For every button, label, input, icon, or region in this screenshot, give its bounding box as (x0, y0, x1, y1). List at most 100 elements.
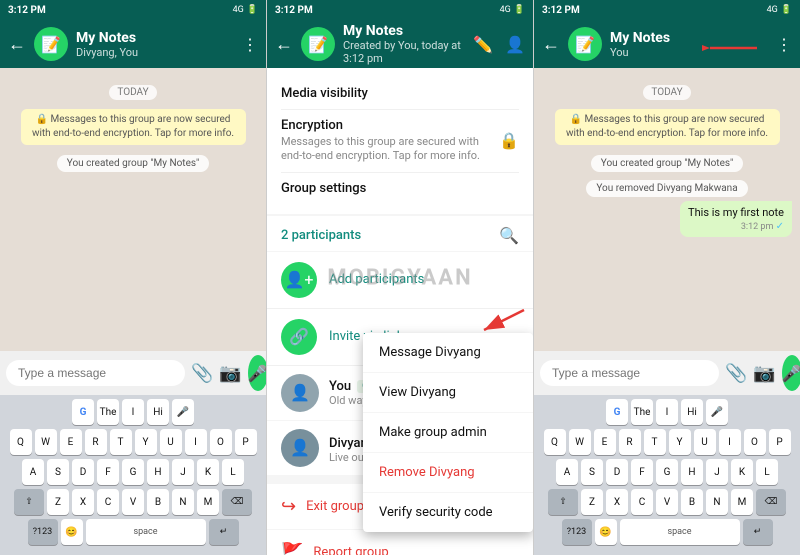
left-key-t[interactable]: T (110, 429, 132, 455)
right-key-m[interactable]: M (731, 489, 753, 515)
left-key-w[interactable]: W (35, 429, 57, 455)
left-key-z[interactable]: Z (47, 489, 69, 515)
right-delete-key[interactable]: ⌫ (756, 489, 786, 515)
left-key-a[interactable]: A (22, 459, 44, 485)
right-key-q[interactable]: Q (544, 429, 566, 455)
right-suggestion-the[interactable]: The (631, 399, 653, 425)
right-more-icon[interactable]: ⋮ (776, 35, 792, 54)
left-key-l[interactable]: L (222, 459, 244, 485)
right-emoji-key[interactable]: 😊 (595, 519, 617, 545)
middle-add-person-icon[interactable]: 👤 (505, 35, 525, 54)
right-key-o[interactable]: O (744, 429, 766, 455)
right-key-j[interactable]: J (706, 459, 728, 485)
right-message-input[interactable] (540, 360, 719, 386)
left-key-q[interactable]: Q (10, 429, 32, 455)
left-call-icon[interactable]: ⋮ (242, 35, 258, 54)
right-key-g[interactable]: G (606, 399, 628, 425)
left-key-u[interactable]: U (160, 429, 182, 455)
middle-edit-icon[interactable]: ✏️ (473, 35, 493, 54)
left-key-v[interactable]: V (122, 489, 144, 515)
right-enter-key[interactable]: ↵ (743, 519, 773, 545)
context-view-divyang[interactable]: View Divyang (363, 373, 533, 413)
left-delete-key[interactable]: ⌫ (222, 489, 252, 515)
left-key-g[interactable]: G (72, 399, 94, 425)
report-group-row[interactable]: 🚩 Report group (267, 530, 533, 555)
left-back-button[interactable]: ← (8, 34, 26, 55)
left-key-x[interactable]: X (72, 489, 94, 515)
context-message-divyang[interactable]: Message Divyang (363, 333, 533, 373)
right-key-e[interactable]: E (594, 429, 616, 455)
right-key-z[interactable]: Z (581, 489, 603, 515)
right-space-key[interactable]: space (620, 519, 740, 545)
encryption-item[interactable]: Encryption Messages to this group are se… (281, 110, 519, 173)
right-suggestion-hi[interactable]: Hi (681, 399, 703, 425)
right-key-l[interactable]: L (756, 459, 778, 485)
right-back-button[interactable]: ← (542, 34, 560, 55)
left-key-i[interactable]: I (185, 429, 207, 455)
right-key-v[interactable]: V (656, 489, 678, 515)
right-camera-icon[interactable]: 📷 (753, 363, 775, 384)
right-num-key[interactable]: ?123 (562, 519, 592, 545)
media-visibility-item[interactable]: Media visibility (281, 78, 519, 110)
right-key-n[interactable]: N (706, 489, 728, 515)
right-key-t[interactable]: T (644, 429, 666, 455)
left-key-h[interactable]: H (147, 459, 169, 485)
left-key-j[interactable]: J (172, 459, 194, 485)
left-suggestion-hi[interactable]: Hi (147, 399, 169, 425)
right-suggestion-i[interactable]: I (656, 399, 678, 425)
right-key-c[interactable]: C (631, 489, 653, 515)
left-key-y[interactable]: Y (135, 429, 157, 455)
left-space-key[interactable]: space (86, 519, 206, 545)
middle-back-button[interactable]: ← (275, 34, 293, 55)
add-participants-row[interactable]: 👤+ Add participants (267, 252, 533, 309)
right-key-f[interactable]: F (631, 459, 653, 485)
left-suggestion-the[interactable]: The (97, 399, 119, 425)
left-key-k[interactable]: K (197, 459, 219, 485)
right-key-x[interactable]: X (606, 489, 628, 515)
left-message-input[interactable] (6, 360, 185, 386)
left-key-n[interactable]: N (172, 489, 194, 515)
right-key-w[interactable]: W (569, 429, 591, 455)
left-key-m[interactable]: M (197, 489, 219, 515)
right-key-i[interactable]: I (719, 429, 741, 455)
context-remove-divyang[interactable]: Remove Divyang (363, 453, 533, 493)
right-key-s[interactable]: S (581, 459, 603, 485)
left-mic-key[interactable]: 🎤 (172, 399, 194, 425)
right-key-g2[interactable]: G (656, 459, 678, 485)
left-key-c[interactable]: C (97, 489, 119, 515)
left-emoji-key[interactable]: 😊 (61, 519, 83, 545)
right-mic-button[interactable]: 🎤 (782, 355, 800, 391)
left-shift-key[interactable]: ⇧ (14, 489, 44, 515)
left-key-f[interactable]: F (97, 459, 119, 485)
left-key-s[interactable]: S (47, 459, 69, 485)
right-key-a[interactable]: A (556, 459, 578, 485)
left-key-d[interactable]: D (72, 459, 94, 485)
right-key-d[interactable]: D (606, 459, 628, 485)
right-key-r[interactable]: R (619, 429, 641, 455)
right-attach-icon[interactable]: 📎 (725, 363, 747, 384)
context-verify-security[interactable]: Verify security code (363, 493, 533, 532)
right-key-k[interactable]: K (731, 459, 753, 485)
right-key-p[interactable]: P (769, 429, 791, 455)
left-suggestion-i[interactable]: I (122, 399, 144, 425)
left-num-key[interactable]: ?123 (28, 519, 58, 545)
left-key-b[interactable]: B (147, 489, 169, 515)
left-key-o[interactable]: O (210, 429, 232, 455)
left-key-p[interactable]: P (235, 429, 257, 455)
context-make-admin[interactable]: Make group admin (363, 413, 533, 453)
left-enter-key[interactable]: ↵ (209, 519, 239, 545)
right-key-y[interactable]: Y (669, 429, 691, 455)
right-key-u[interactable]: U (694, 429, 716, 455)
right-mic-key[interactable]: 🎤 (706, 399, 728, 425)
search-participants-icon[interactable]: 🔍 (499, 226, 519, 245)
left-attach-icon[interactable]: 📎 (191, 363, 213, 384)
right-key-b[interactable]: B (681, 489, 703, 515)
left-camera-icon[interactable]: 📷 (219, 363, 241, 384)
left-key-r[interactable]: R (85, 429, 107, 455)
left-key-g2[interactable]: G (122, 459, 144, 485)
right-key-h[interactable]: H (681, 459, 703, 485)
left-key-e[interactable]: E (60, 429, 82, 455)
left-mic-button[interactable]: 🎤 (248, 355, 266, 391)
group-settings-item[interactable]: Group settings (281, 173, 519, 204)
right-shift-key[interactable]: ⇧ (548, 489, 578, 515)
